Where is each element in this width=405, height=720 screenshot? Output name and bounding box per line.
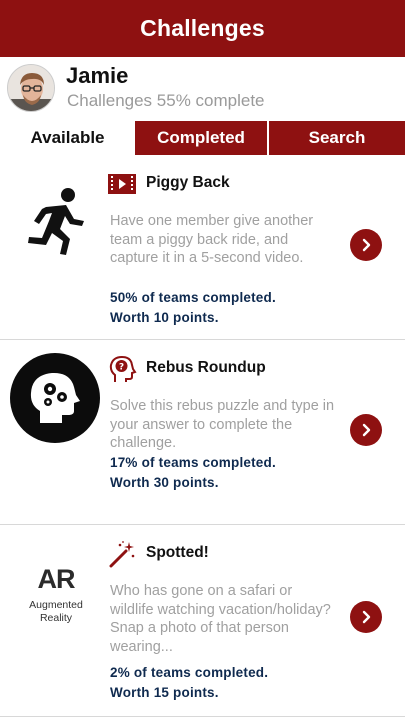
ar-caption-line1: Augmented <box>29 598 83 611</box>
points-value: Worth 10 points. <box>110 309 219 325</box>
challenge-item[interactable]: ? Rebus Roundup Solve this rebus puzzle … <box>0 340 405 525</box>
tab-completed[interactable]: Completed <box>135 121 269 155</box>
video-icon <box>107 169 137 199</box>
chevron-right-icon <box>362 238 371 252</box>
progress-text: Challenges 55% complete <box>67 91 265 110</box>
challenge-stats: 50% of teams completed. Worth 10 points. <box>110 288 276 327</box>
challenge-description: Solve this rebus puzzle and type in your… <box>110 398 335 451</box>
ar-logo-text: AR <box>37 563 76 594</box>
user-name: Jamie <box>66 63 129 88</box>
completion-rate: 17% of teams completed. <box>110 455 276 470</box>
points-value: Worth 30 points. <box>110 474 219 490</box>
open-challenge-button[interactable] <box>350 414 382 446</box>
tab-search[interactable]: Search <box>269 121 405 155</box>
challenge-stats: 2% of teams completed. Worth 15 points. <box>110 663 268 702</box>
challenge-description: Who has gone on a safari or wildlife wat… <box>110 583 331 655</box>
augmented-reality-icon: AR Augmented Reality <box>8 547 104 643</box>
challenge-title: Rebus Roundup <box>146 359 266 376</box>
ar-caption-line2: Reality <box>39 611 73 624</box>
challenge-title: Spotted! <box>146 544 209 561</box>
open-challenge-button[interactable] <box>350 601 382 633</box>
challenge-stats: 17% of teams completed. Worth 30 points. <box>110 453 276 492</box>
profile-summary: Jamie Challenges 55% complete <box>0 57 405 121</box>
points-value: Worth 15 points. <box>110 684 219 700</box>
challenge-item[interactable]: AR Augmented Reality Spotted! Who has go… <box>0 525 405 717</box>
page-title: Challenges <box>140 15 265 41</box>
open-challenge-button[interactable] <box>350 229 382 261</box>
challenge-item[interactable]: Piggy Back Have one member give another … <box>0 155 405 340</box>
app-header: Challenges <box>0 0 405 57</box>
magic-wand-icon <box>107 539 137 569</box>
challenge-list: Piggy Back Have one member give another … <box>0 155 405 717</box>
chevron-right-icon <box>362 610 371 624</box>
chevron-right-icon <box>362 423 371 437</box>
running-person-icon <box>8 173 104 269</box>
completion-rate: 50% of teams completed. <box>110 290 276 305</box>
avatar[interactable] <box>7 64 55 112</box>
svg-text:?: ? <box>119 363 124 373</box>
challenge-description: Have one member give another team a pigg… <box>110 213 314 266</box>
challenge-title: Piggy Back <box>146 174 230 191</box>
question-head-icon: ? <box>107 354 137 384</box>
completion-rate: 2% of teams completed. <box>110 665 269 680</box>
brain-gears-icon <box>10 353 100 443</box>
tab-available[interactable]: Available <box>0 121 135 155</box>
tab-bar: Available Completed Search <box>0 121 405 155</box>
